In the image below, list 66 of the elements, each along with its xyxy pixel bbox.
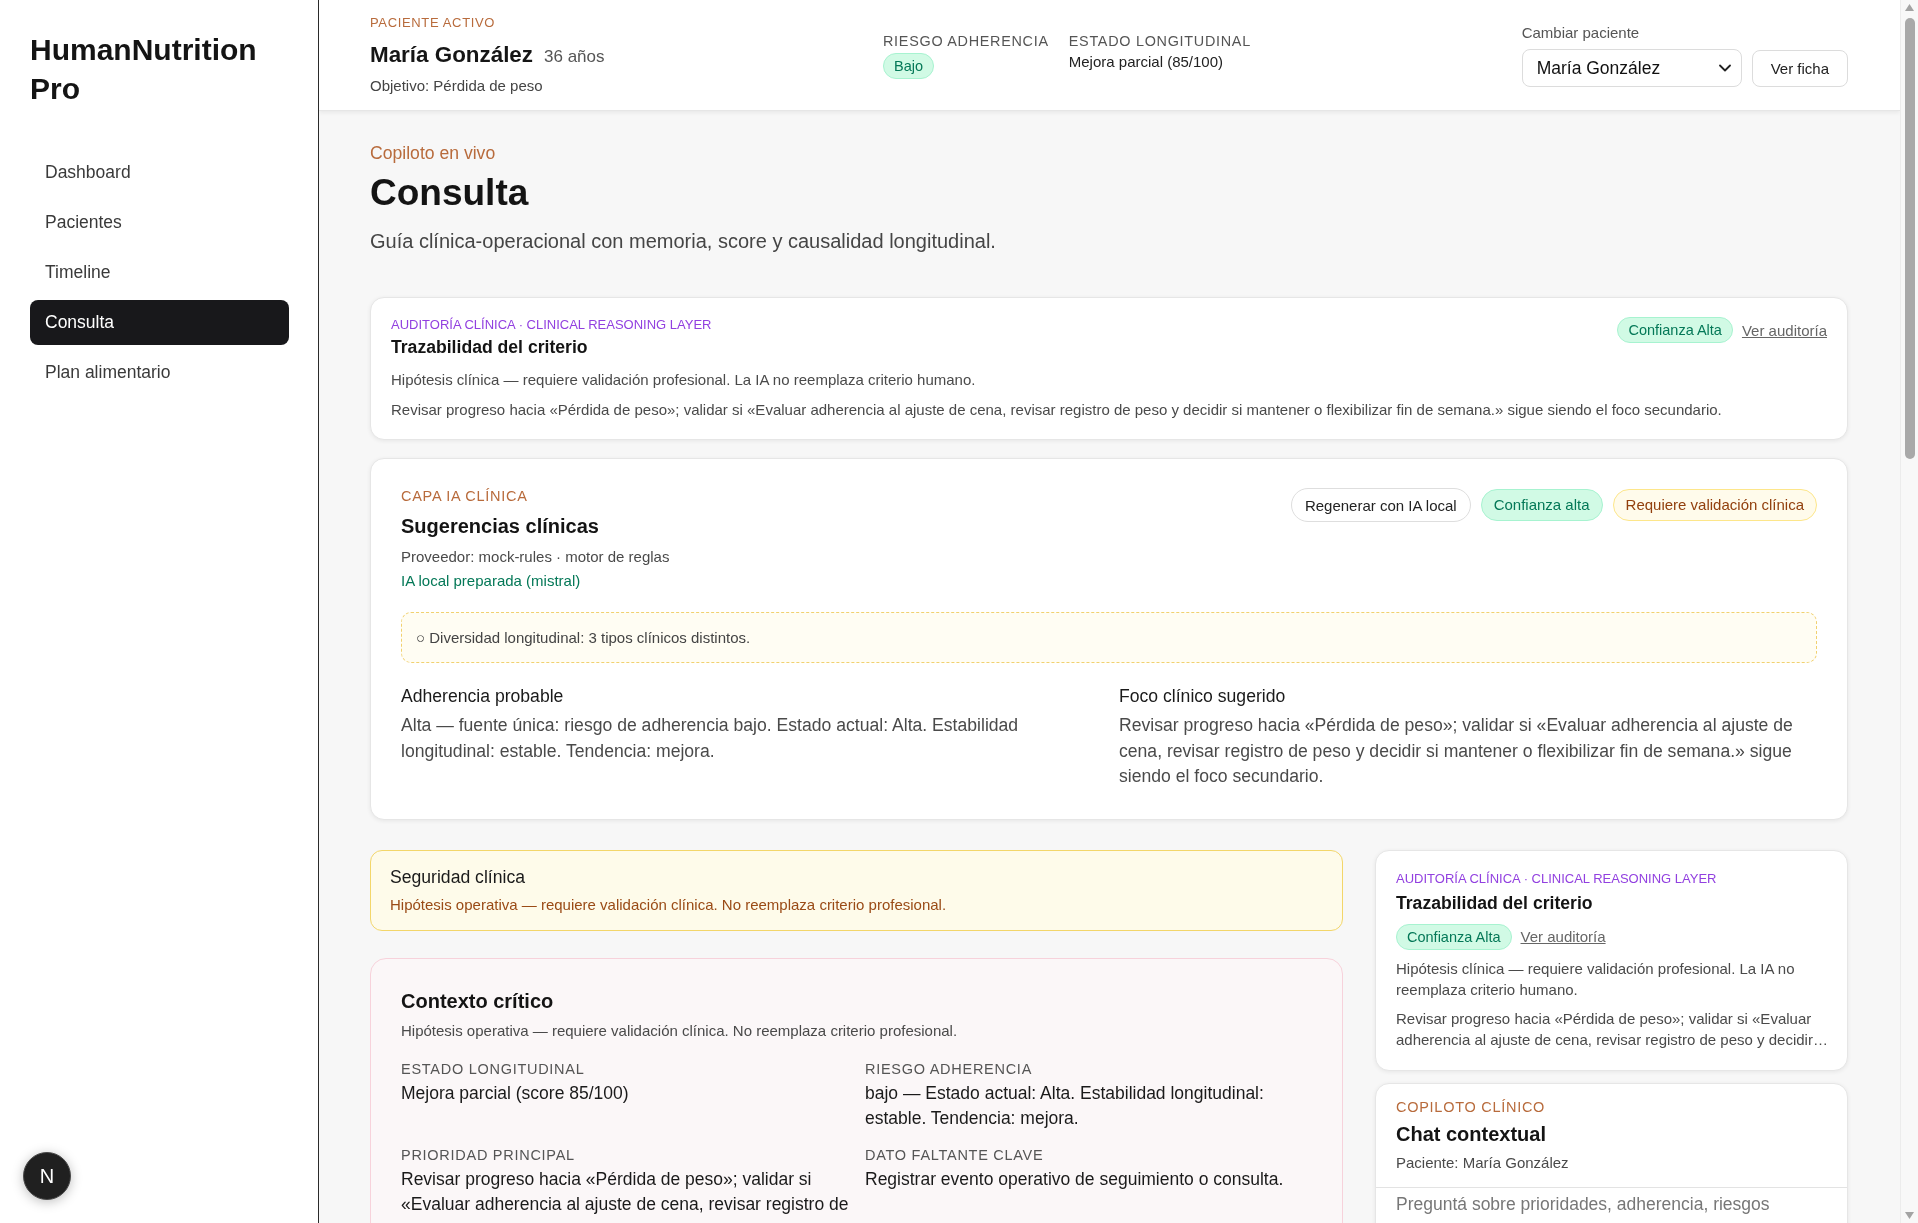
brand-title: HumanNutrition Pro	[30, 32, 258, 107]
page-title: Consulta	[370, 171, 530, 215]
switcher-label: Cambiar paciente	[1521, 24, 1641, 42]
status-text: IA local preparada (mistral)	[401, 571, 582, 591]
card-title: Contexto crítico	[401, 988, 555, 1014]
page-subtitle: Guía clínica-operacional con memoria, score y causalidad longitudinal.	[370, 229, 997, 253]
field-label: RIESGO ADHERENCIA	[865, 1059, 1034, 1078]
card-subtitle: Hipótesis operativa — requiere validación clínica. No reemplaza criterio profesional.	[401, 1020, 959, 1041]
card-text: Hipótesis clínica — requiere validación profesional. La IA no reemplaza criterio humano.	[391, 370, 977, 390]
field-value: Mejora parcial (score 85/100)	[401, 1081, 630, 1105]
validation-badge: Requiere validación clínica	[1612, 489, 1817, 521]
chevron-down-icon	[1718, 64, 1731, 72]
card-title: Chat contextual	[1396, 1121, 1548, 1147]
indicator-button[interactable]: N	[23, 1152, 71, 1200]
patient-select[interactable]: María González	[1521, 49, 1742, 87]
patient-name: María González	[370, 41, 533, 69]
scrollbar[interactable]	[1900, 0, 1918, 1223]
field-label: PRIORIDAD PRINCIPAL	[401, 1145, 576, 1164]
confidence-badge: Confianza alta	[1480, 489, 1603, 521]
risk-badge: Bajo	[883, 53, 935, 79]
card-eyebrow: CAPA IA CLÍNICA	[401, 487, 529, 505]
card-text: Revisar progreso hacia «Pérdida de peso»; validar si «Evaluar adherencia al ajuste de cena, revisar registro de peso y decidir…	[1396, 1008, 1829, 1050]
nav-item[interactable]: Timeline	[30, 250, 289, 295]
scrollbar-thumb[interactable]	[1904, 18, 1915, 459]
card-eyebrow: AUDITORÍA CLÍNICA · CLINICAL REASONING LAYER	[1396, 870, 1718, 887]
card-title: Trazabilidad del criterio	[1396, 891, 1594, 914]
field-value: Registrar evento operativo de seguimiento o consulta.	[865, 1167, 1285, 1191]
patient-age: 36 años	[544, 46, 605, 68]
card-eyebrow: COPILOTO CLÍNICO	[1396, 1097, 1547, 1116]
column-title: Foco clínico sugerido	[1119, 685, 1287, 707]
field-label: ESTADO LONGITUDINAL	[401, 1059, 586, 1078]
safety-title: Seguridad clínica	[390, 865, 526, 888]
nav-item[interactable]: Consulta	[30, 300, 289, 345]
scroll-down-icon[interactable]	[1905, 1212, 1914, 1219]
confidence-badge: Confianza Alta	[1396, 923, 1512, 950]
column-text: Alta — fuente única: riesgo de adherencia bajo. Estado actual: Alta. Estabilidad longitudinal: estable. Tendencia: mejora.	[401, 714, 1020, 763]
card-title: Sugerencias clínicas	[401, 514, 600, 539]
patient-goal: Objetivo: Pérdida de peso	[370, 77, 544, 95]
provider-text: Proveedor: mock-rules · motor de reglas	[401, 547, 670, 567]
field-label: DATO FALTANTE CLAVE	[865, 1145, 1045, 1164]
header-eyebrow: PACIENTE ACTIVO	[370, 15, 497, 31]
metric-label: RIESGO ADHERENCIA	[883, 32, 1049, 50]
audit-link[interactable]: Ver auditoría	[1520, 928, 1606, 946]
nav-item[interactable]: Plan alimentario	[30, 350, 289, 395]
scroll-up-icon[interactable]	[1905, 4, 1914, 11]
nav-item[interactable]: Dashboard	[30, 150, 289, 195]
view-record-button[interactable]: Ver ficha	[1751, 49, 1848, 87]
card-text: Revisar progreso hacia «Pérdida de peso»; validar si «Evaluar adherencia al ajuste de cena, revisar registro de peso y decidir si mantener o flexibilizar fin de semana.» sigue siendo el foco secundario.	[391, 400, 1723, 420]
field-value: bajo — Estado actual: Alta. Estabilidad longitudinal: estable. Tendencia: mejora.	[865, 1081, 1265, 1130]
confidence-badge: Confianza Alta	[1617, 317, 1733, 343]
metric-label: ESTADO LONGITUDINAL	[1068, 32, 1251, 50]
regenerate-button[interactable]: Regenerar con IA local	[1290, 488, 1471, 522]
card-title: Trazabilidad del criterio	[391, 336, 589, 358]
field-value: Revisar progreso hacia «Pérdida de peso»; validar si «Evaluar adherencia al ajuste de cena, revisar registro de	[401, 1167, 850, 1216]
notice-box: ○ Diversidad longitudinal: 3 tipos clínicos distintos.	[401, 612, 1817, 663]
safety-text: Hipótesis operativa — requiere validación clínica. No reemplaza criterio profesional.	[390, 895, 948, 914]
card-text: Hipótesis clínica — requiere validación profesional. La IA no reemplaza criterio humano.	[1396, 958, 1796, 1000]
chat-patient: Paciente: María González	[1396, 1152, 1570, 1173]
nav-item[interactable]: Pacientes	[30, 200, 289, 245]
page-eyebrow: Copiloto en vivo	[370, 142, 497, 164]
card-eyebrow: AUDITORÍA CLÍNICA · CLINICAL REASONING LAYER	[391, 317, 712, 333]
chat-input-field[interactable]: Preguntá sobre prioridades, adherencia, riesgos	[1396, 1193, 1827, 1216]
column-title: Adherencia probable	[401, 685, 565, 707]
column-text: Revisar progreso hacia «Pérdida de peso»; validar si «Evaluar adherencia al ajuste de cena, revisar registro de peso y decidir si mantener o flexibilizar fin de semana.» sigue siendo el foco secundario.	[1119, 714, 1794, 789]
metric-value: Mejora parcial (85/100)	[1068, 53, 1225, 71]
audit-link[interactable]: Ver auditoría	[1741, 321, 1827, 339]
